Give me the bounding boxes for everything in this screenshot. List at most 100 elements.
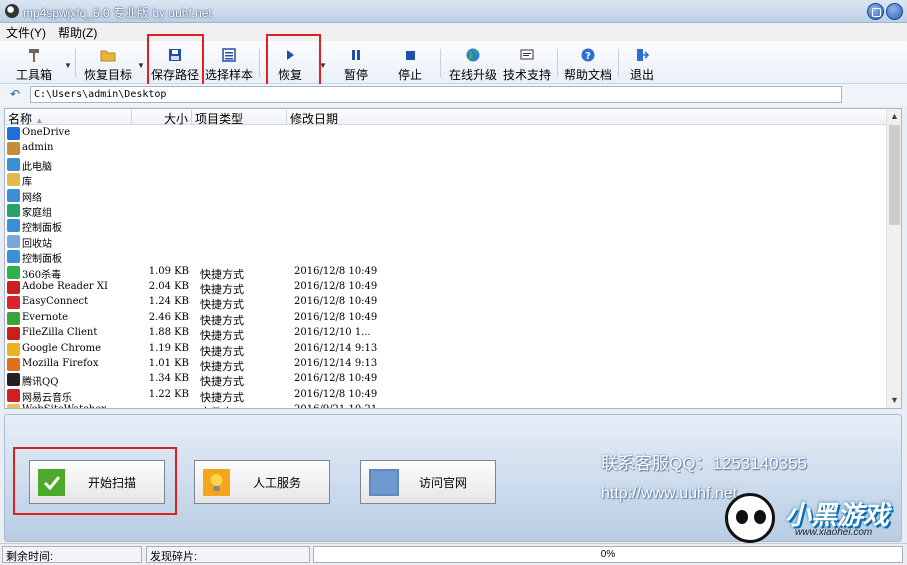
help-docs-button[interactable]: ? 帮助文档: [563, 41, 613, 84]
shortcut-icon: [7, 373, 20, 387]
shortcut-icon: [7, 358, 20, 371]
list-item[interactable]: 控制面板: [5, 249, 887, 266]
item-date: 2016/12/10 1...: [294, 327, 371, 339]
item-name: 此电脑: [22, 161, 52, 173]
scroll-up-icon[interactable]: ▲: [887, 109, 901, 124]
item-size: 2.46 KB: [148, 311, 189, 323]
scroll-down-icon[interactable]: ▼: [887, 393, 901, 408]
stop-icon: [402, 47, 418, 63]
item-name: EasyConnect: [22, 296, 89, 308]
list-item[interactable]: 回收站: [5, 234, 887, 250]
back-arrow-icon[interactable]: ↶: [10, 87, 20, 101]
menu-file[interactable]: 文件(Y): [6, 24, 46, 41]
item-name: 网易云音乐: [22, 392, 72, 404]
list-item[interactable]: 网易云音乐 1.22 KB 快捷方式 2016/12/8 10:49: [5, 388, 887, 404]
list-item[interactable]: WebSiteWatcher 文件夹 2016/9/21 10:21: [5, 403, 887, 408]
toolbar-separator: [75, 49, 76, 77]
exit-button[interactable]: 退出: [624, 41, 660, 84]
restore-target-button[interactable]: 恢复目标: [82, 41, 134, 84]
folder-open-icon: [100, 47, 116, 63]
sort-ascending-icon: ▲: [35, 116, 44, 125]
column-size[interactable]: 大小: [132, 110, 192, 126]
select-sample-button[interactable]: 选择样本: [203, 41, 255, 84]
network-icon: [7, 188, 20, 202]
item-name: 控制面板: [22, 254, 62, 266]
svg-text:?: ?: [585, 51, 591, 62]
item-name: OneDrive: [22, 127, 71, 138]
scroll-thumb[interactable]: [889, 125, 900, 225]
stop-button[interactable]: 停止: [388, 41, 432, 84]
action-panel: 开始扫描 人工服务 访问官网 联系客服QQ：1253140355 http://…: [4, 414, 905, 543]
shortcut-icon: [7, 281, 20, 294]
shortcut-icon: [7, 296, 20, 310]
folder-icon: [7, 404, 20, 408]
toolbar: 工具箱 ▼ 恢复目标 ▼ 保存路径 选择样本 恢复 ▼ 暂停 停止 在线升级 技…: [0, 41, 907, 84]
item-size: 1.34 KB: [148, 373, 189, 385]
control-panel-icon: [7, 219, 20, 233]
item-size: 1.88 KB: [148, 327, 189, 339]
tech-support-button[interactable]: 技术支持: [502, 41, 552, 84]
menu-help[interactable]: 帮助(Z): [58, 24, 97, 41]
shortcut-icon: [7, 388, 20, 402]
help-icon: ?: [580, 47, 596, 63]
manual-service-button[interactable]: 人工服务: [194, 460, 330, 504]
list-item[interactable]: Mozilla Firefox 1.01 KB 快捷方式 2016/12/14 9:1…: [5, 357, 887, 373]
list-item[interactable]: Adobe Reader XI 2.04 KB 快捷方式 2016/12/8 10:4…: [5, 280, 887, 296]
column-type[interactable]: 项目类型: [192, 110, 287, 126]
highlight-save-path: [147, 34, 204, 88]
list-item[interactable]: 库: [5, 172, 887, 189]
hammer-icon: [26, 47, 42, 63]
address-bar: ↶ C:\Users\admin\Desktop: [0, 84, 907, 106]
toolbox-button[interactable]: 工具箱: [10, 41, 58, 84]
item-name: 360杀毒: [22, 269, 62, 281]
list-item[interactable]: EasyConnect 1.24 KB 快捷方式 2016/12/8 10:49: [5, 295, 887, 311]
vertical-scrollbar[interactable]: ▲ ▼: [886, 109, 901, 408]
watermark: 小黑游戏 www.xiaohei.com: [725, 493, 905, 543]
list-header: 名称 ▲ 大小 项目类型 修改日期: [5, 109, 887, 126]
close-button[interactable]: [886, 3, 903, 20]
globe-icon: [465, 47, 481, 63]
item-size: 1.22 KB: [148, 388, 189, 400]
online-upgrade-button[interactable]: 在线升级: [448, 41, 498, 84]
item-name: 腾讯QQ: [22, 377, 59, 389]
progress-bar: 0%: [313, 546, 903, 563]
list-item[interactable]: 控制面板: [5, 218, 887, 234]
toolbar-separator: [440, 49, 441, 77]
toolbox-dropdown-icon[interactable]: ▼: [64, 61, 72, 70]
item-name: admin: [22, 142, 54, 154]
item-size: 1.19 KB: [148, 342, 189, 354]
list-item[interactable]: 家庭组: [5, 203, 887, 219]
item-date: 2016/12/8 10:49: [294, 281, 378, 292]
start-scan-button[interactable]: 开始扫描: [29, 460, 165, 504]
item-name: Evernote: [22, 311, 69, 323]
path-input[interactable]: C:\Users\admin\Desktop: [30, 86, 842, 103]
list-item[interactable]: Evernote 2.46 KB 快捷方式 2016/12/8 10:49: [5, 311, 887, 327]
item-name: 库: [22, 177, 32, 189]
list-item[interactable]: 360杀毒 1.09 KB 快捷方式 2016/12/8 10:49: [5, 265, 887, 281]
item-name: Adobe Reader XI: [22, 281, 108, 292]
visit-website-button[interactable]: 访问官网: [360, 460, 496, 504]
library-icon: [7, 173, 20, 187]
pause-button[interactable]: 暂停: [334, 41, 378, 84]
item-date: 2016/12/8 10:49: [294, 265, 378, 277]
list-item[interactable]: FileZilla Client 1.88 KB 快捷方式 2016/12/10 1.…: [5, 326, 887, 342]
list-item[interactable]: admin: [5, 141, 887, 156]
homegroup-icon: [7, 204, 20, 217]
restore-button[interactable]: [867, 3, 884, 20]
list-item[interactable]: 腾讯QQ 1.34 KB 快捷方式 2016/12/8 10:49: [5, 372, 887, 389]
list-item[interactable]: Google Chrome 1.19 KB 快捷方式 2016/12/14 9:13: [5, 342, 887, 358]
list-item[interactable]: 此电脑: [5, 157, 887, 173]
shortcut-icon: [7, 342, 20, 356]
shortcut-icon: [7, 265, 20, 279]
remaining-time: 剩余时间:: [2, 546, 142, 563]
restore-target-dropdown-icon[interactable]: ▼: [137, 61, 145, 70]
list-item[interactable]: 网络: [5, 188, 887, 204]
app-icon: [5, 4, 19, 18]
computer-icon: [7, 157, 20, 171]
panda-logo-icon: [725, 493, 775, 543]
column-name[interactable]: 名称 ▲: [5, 110, 132, 126]
watermark-url: www.xiaohei.com: [795, 527, 873, 538]
column-date[interactable]: 修改日期: [287, 110, 487, 126]
list-item[interactable]: OneDrive: [5, 126, 887, 141]
user-icon: [7, 142, 20, 156]
